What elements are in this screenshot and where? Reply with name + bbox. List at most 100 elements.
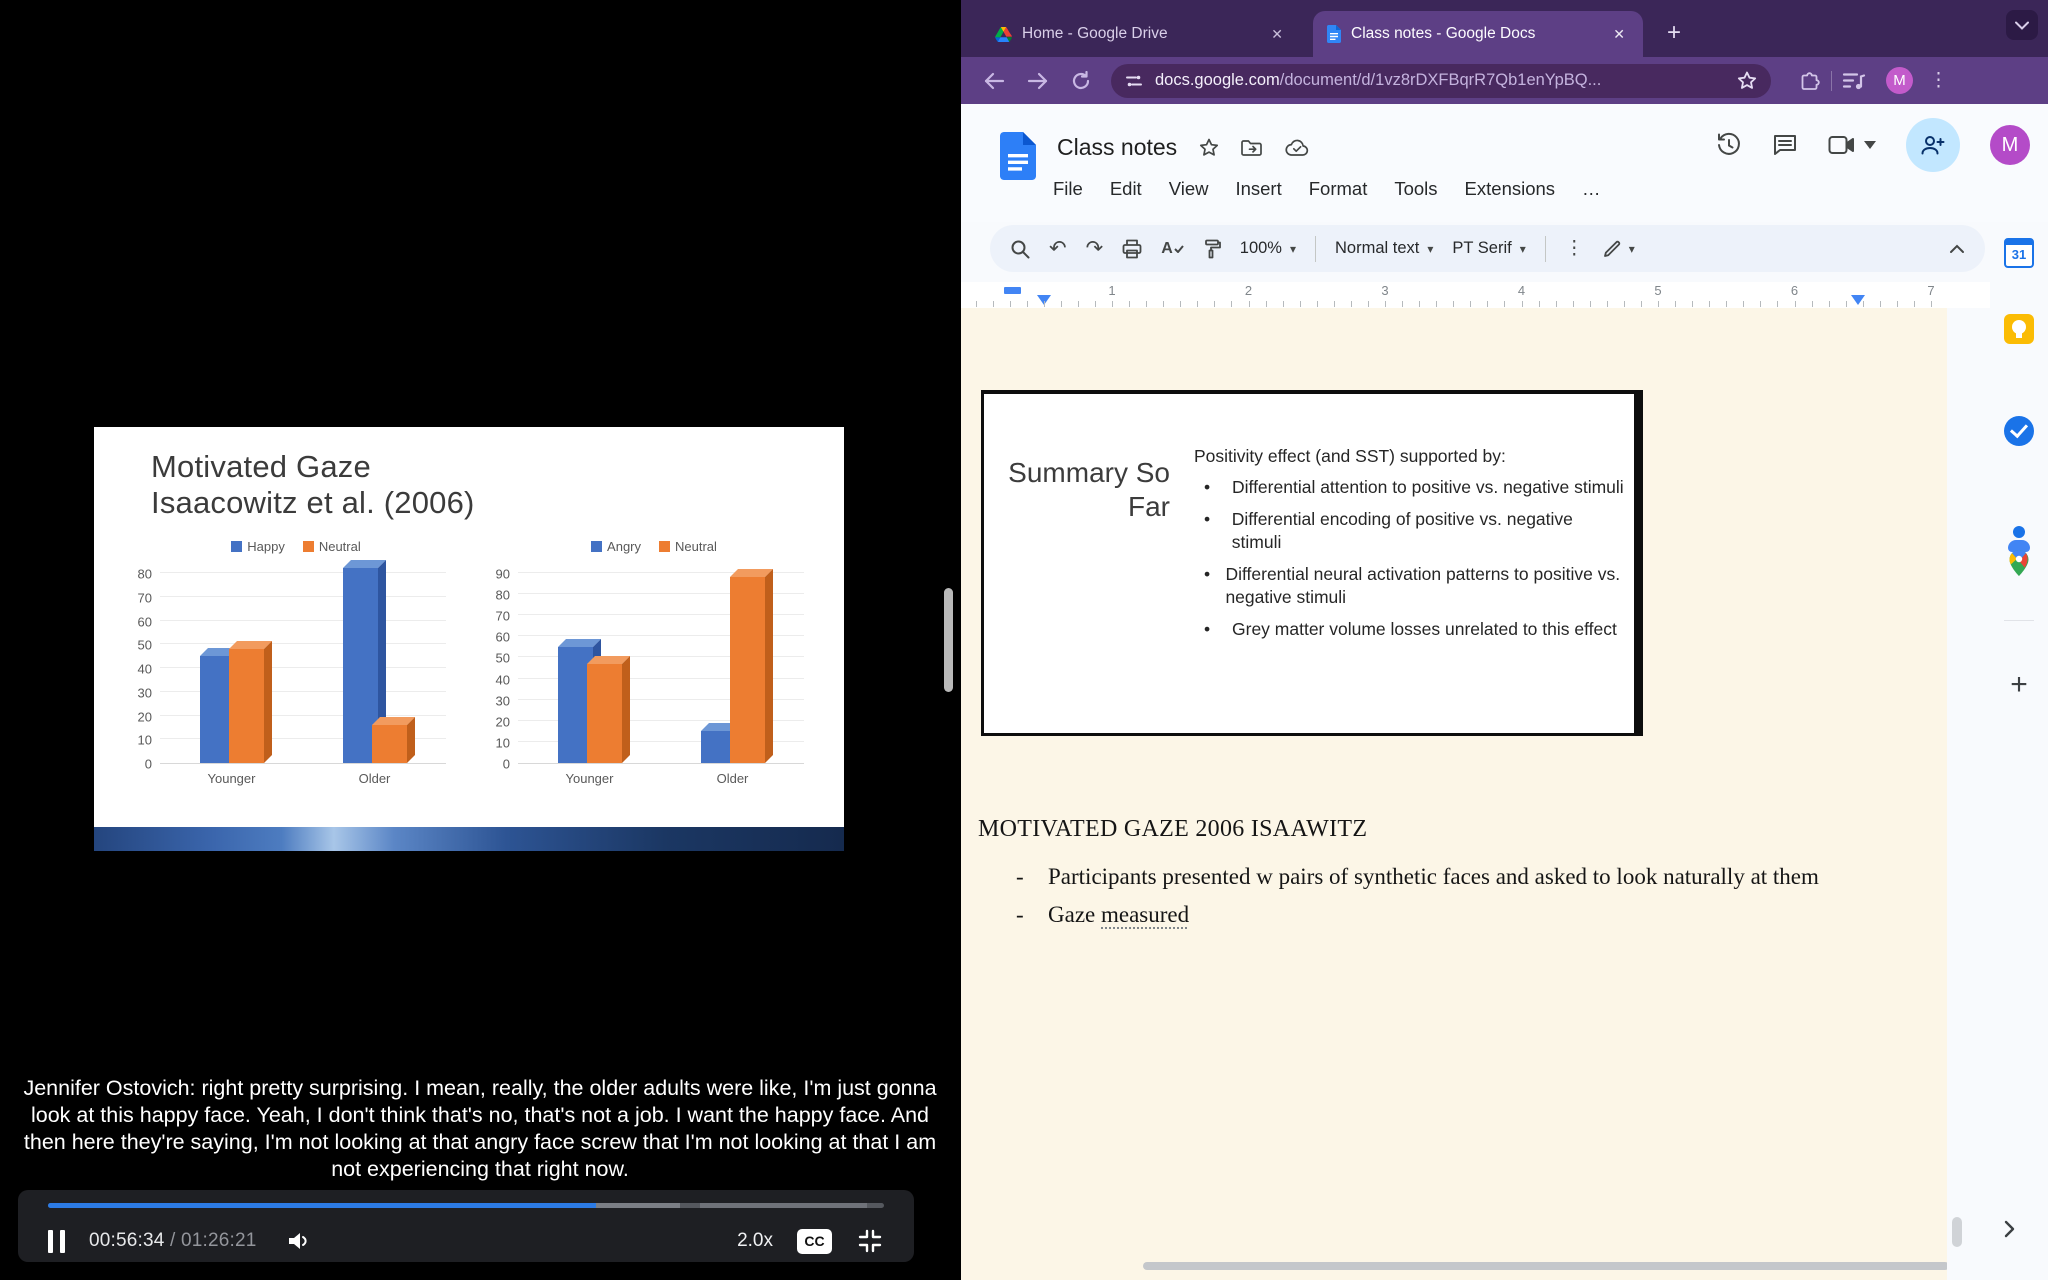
ruler-tick: [1624, 301, 1625, 307]
time-display: 00:56:34 / 01:26:21: [89, 1230, 257, 1252]
workspace-side-panel: 31 +: [1990, 222, 2048, 1280]
legend-item: Neutral: [303, 539, 361, 554]
volume-icon[interactable]: [285, 1229, 311, 1253]
back-icon[interactable]: [983, 72, 1005, 90]
menu-insert[interactable]: Insert: [1235, 178, 1281, 200]
add-apps-icon[interactable]: +: [2004, 670, 2034, 700]
toolbar-divider: [1545, 236, 1546, 262]
site-settings-icon[interactable]: [1125, 73, 1143, 89]
menu-format[interactable]: Format: [1309, 178, 1368, 200]
ruler-tick: [1368, 301, 1369, 307]
tab-google-drive[interactable]: Home - Google Drive ✕: [981, 11, 1301, 57]
move-to-folder-icon[interactable]: [1241, 139, 1263, 157]
embed-slide-title: Summary So Far: [990, 456, 1170, 524]
media-controls-icon[interactable]: [1842, 71, 1866, 91]
embed-bullet: •Differential encoding of positive vs. n…: [1194, 508, 1624, 554]
captions-toggle[interactable]: CC: [797, 1229, 832, 1254]
ruler-tick: [1197, 301, 1198, 307]
ruler-tick: [1027, 301, 1028, 307]
search-menus-icon[interactable]: [1010, 239, 1030, 259]
font-family-select[interactable]: PT Serif▾: [1452, 239, 1525, 258]
document-page[interactable]: Summary So Far Positivity effect (and SS…: [961, 308, 1947, 1280]
plot-area: YoungerOlder: [518, 574, 804, 764]
menu-[interactable]: …: [1582, 178, 1601, 200]
redo-icon[interactable]: ↷: [1086, 236, 1104, 261]
share-button[interactable]: [1906, 118, 1960, 172]
paragraph-style-select[interactable]: Normal text▾: [1335, 239, 1433, 258]
close-tab-icon[interactable]: ✕: [1609, 24, 1629, 45]
zoom-select[interactable]: 100%▾: [1240, 239, 1296, 258]
chevron-down-icon: ▾: [1290, 242, 1296, 256]
account-avatar[interactable]: M: [1990, 125, 2030, 165]
address-bar[interactable]: docs.google.com/document/d/1vz8rDXFBqrR7…: [1111, 64, 1771, 98]
spellcheck-icon[interactable]: A: [1161, 240, 1184, 258]
ruler-tick: [1163, 301, 1164, 307]
ruler-tick: [1658, 301, 1659, 307]
menu-extensions[interactable]: Extensions: [1465, 178, 1556, 200]
ruler-tick: [1044, 301, 1045, 307]
playback-speed-button[interactable]: 2.0x: [737, 1230, 773, 1252]
browser-profile-avatar[interactable]: M: [1886, 67, 1913, 94]
menu-edit[interactable]: Edit: [1110, 178, 1142, 200]
url-host: docs.google.com: [1155, 71, 1280, 89]
browser-menu-icon[interactable]: ⋮: [1929, 69, 1948, 92]
bar-group: Younger: [200, 649, 264, 763]
calendar-icon[interactable]: 31: [2004, 238, 2034, 268]
undo-icon[interactable]: ↶: [1049, 236, 1067, 261]
star-document-icon[interactable]: [1199, 138, 1219, 157]
new-tab-button[interactable]: +: [1659, 19, 1689, 57]
extensions-icon[interactable]: [1799, 70, 1821, 92]
vertical-scrollbar[interactable]: [1952, 1217, 1962, 1247]
ruler-tick: [1249, 301, 1250, 307]
hide-menus-icon[interactable]: [1949, 244, 1965, 254]
menu-tools[interactable]: Tools: [1394, 178, 1437, 200]
chevron-down-icon: ▾: [1427, 242, 1433, 256]
y-axis-labels: 01020304050607080: [126, 568, 160, 764]
version-history-icon[interactable]: [1716, 132, 1742, 158]
menu-view[interactable]: View: [1169, 178, 1209, 200]
cloud-saved-icon[interactable]: [1285, 139, 1309, 157]
ruler-tick: [1607, 301, 1608, 307]
y-axis-labels: 0102030405060708090: [484, 568, 518, 764]
reload-icon[interactable]: [1071, 71, 1091, 91]
pause-button[interactable]: [48, 1230, 65, 1253]
slide-title: Motivated GazeIsaacowitz et al. (2006): [151, 449, 475, 521]
comments-icon[interactable]: [1772, 133, 1798, 157]
menu-file[interactable]: File: [1053, 178, 1083, 200]
ruler-tick: [1556, 301, 1557, 307]
editing-mode-select[interactable]: ▾: [1603, 240, 1635, 258]
tab-list-button[interactable]: [2006, 10, 2038, 40]
collapse-panel-icon[interactable]: [1998, 1218, 2020, 1245]
ruler-tick: [1470, 301, 1471, 307]
screen: Motivated GazeIsaacowitz et al. (2006) H…: [0, 0, 2048, 1280]
forward-icon[interactable]: [1027, 72, 1049, 90]
print-icon[interactable]: [1122, 239, 1142, 259]
pen-icon: [1603, 240, 1621, 258]
paint-format-icon[interactable]: [1203, 239, 1221, 259]
google-docs-icon: [1327, 25, 1341, 43]
tab-class-notes[interactable]: Class notes - Google Docs ✕: [1313, 11, 1643, 57]
chevron-down-icon: ▾: [1629, 242, 1635, 256]
video-progress-bar[interactable]: [48, 1203, 884, 1208]
ruler-tick: [1061, 301, 1062, 307]
video-player[interactable]: Motivated GazeIsaacowitz et al. (2006) H…: [0, 0, 961, 1280]
pane-scrollbar[interactable]: [944, 588, 953, 692]
first-line-indent-marker[interactable]: [1004, 287, 1021, 294]
legend-item: Neutral: [659, 539, 717, 554]
ruler-tick: [1897, 301, 1898, 307]
bookmark-star-icon[interactable]: [1737, 71, 1757, 90]
close-tab-icon[interactable]: ✕: [1267, 24, 1287, 45]
join-call-button[interactable]: [1828, 135, 1876, 155]
keep-icon[interactable]: [2004, 314, 2034, 344]
bar-chart: AngryNeutral0102030405060708090YoungerOl…: [484, 539, 824, 764]
ruler-tick: [1283, 301, 1284, 307]
tasks-icon[interactable]: [2004, 416, 2034, 446]
document-title[interactable]: Class notes: [1057, 134, 1177, 161]
exit-fullscreen-icon[interactable]: [856, 1228, 884, 1254]
embedded-slide-image[interactable]: Summary So Far Positivity effect (and SS…: [981, 390, 1643, 736]
more-options-icon[interactable]: ⋮: [1565, 237, 1584, 260]
maps-icon[interactable]: [2004, 548, 2034, 578]
horizontal-scrollbar[interactable]: [1143, 1262, 1949, 1270]
docs-home-icon[interactable]: [1000, 132, 1036, 180]
browser-toolbar: docs.google.com/document/d/1vz8rDXFBqrR7…: [961, 57, 2048, 104]
